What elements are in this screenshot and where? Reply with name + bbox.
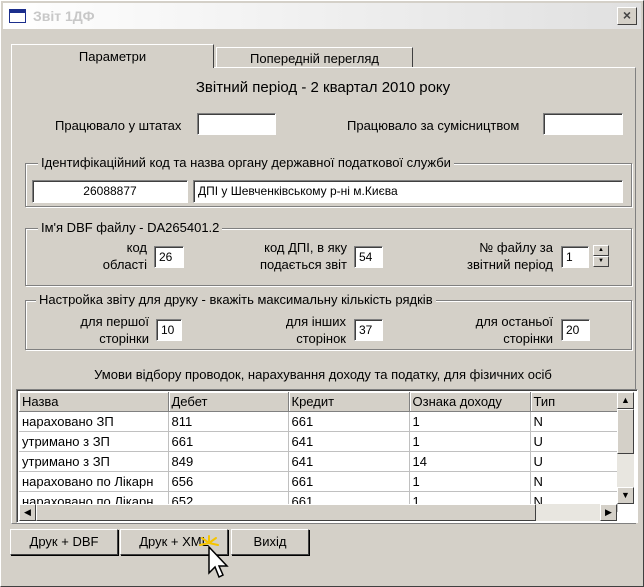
cell-name[interactable]: утримано з ЗП bbox=[19, 431, 169, 452]
cell-credit[interactable]: 641 bbox=[288, 451, 410, 472]
cell-type[interactable]: U bbox=[530, 451, 618, 472]
spin-down-icon[interactable]: ▼ bbox=[593, 256, 609, 267]
postings-grid[interactable]: Назва Дебет Кредит Ознака доходу Тип нар… bbox=[16, 389, 638, 523]
first-page-label-2: сторінки bbox=[99, 331, 149, 346]
file-number-label-2: звітний період bbox=[467, 257, 553, 272]
tab-parameters[interactable]: Параметри bbox=[11, 44, 214, 68]
mouse-cursor-icon bbox=[199, 535, 229, 579]
cell-debit[interactable]: 661 bbox=[168, 431, 289, 452]
part-time-label: Працювало за сумісництвом bbox=[347, 118, 520, 133]
cell-income-sign[interactable]: 1 bbox=[409, 471, 531, 492]
column-header-income-sign[interactable]: Ознака доходу bbox=[409, 392, 531, 412]
window-title: Звіт 1ДФ bbox=[33, 8, 95, 24]
report-window: Звіт 1ДФ × Параметри Попередній перегляд… bbox=[0, 0, 644, 587]
scroll-right-icon[interactable]: ▶ bbox=[600, 504, 617, 521]
cell-type[interactable]: U bbox=[530, 431, 618, 452]
staff-input[interactable] bbox=[197, 113, 276, 135]
file-number-spinner[interactable]: ▲ ▼ bbox=[593, 245, 609, 267]
last-page-input[interactable]: 20 bbox=[561, 319, 590, 341]
cell-name[interactable]: нараховано по Лікарн bbox=[19, 471, 169, 492]
window-icon bbox=[9, 9, 26, 23]
last-page-label-1: для останьої bbox=[475, 314, 553, 329]
exit-button[interactable]: Вихід bbox=[231, 529, 309, 555]
dbf-group-title: Ім'я DBF файлу - DA265401.2 bbox=[38, 220, 223, 235]
tab-preview[interactable]: Попередній перегляд bbox=[216, 47, 413, 67]
print-dbf-button[interactable]: Друк + DBF bbox=[10, 529, 118, 555]
first-page-label-1: для першої bbox=[80, 314, 149, 329]
cell-name[interactable]: нараховано ЗП bbox=[19, 411, 169, 432]
cell-income-sign[interactable]: 14 bbox=[409, 451, 531, 472]
vertical-scrollbar[interactable]: ▲ ▼ bbox=[617, 392, 634, 504]
dpi-label-1: код ДПІ, в яку bbox=[264, 240, 347, 255]
period-title: Звітний період - 2 квартал 2010 року bbox=[195, 79, 451, 96]
scroll-left-icon[interactable]: ◀ bbox=[19, 504, 36, 521]
table-row[interactable]: утримано з ЗП 661 641 1 U bbox=[19, 431, 618, 452]
file-number-input[interactable]: 1 bbox=[561, 246, 589, 268]
cell-type[interactable]: N bbox=[530, 411, 618, 432]
staff-label: Працювало у штатах bbox=[55, 118, 182, 133]
cell-income-sign[interactable]: 1 bbox=[409, 411, 531, 432]
other-pages-label-2: сторінок bbox=[296, 331, 346, 346]
scroll-up-icon[interactable]: ▲ bbox=[617, 392, 634, 409]
other-pages-label-1: для інших bbox=[285, 314, 346, 329]
last-page-label-2: сторінки bbox=[503, 331, 553, 346]
table-row[interactable]: нараховано по Лікарн 656 661 1 N bbox=[19, 471, 618, 492]
spin-up-icon[interactable]: ▲ bbox=[593, 245, 609, 256]
first-page-input[interactable]: 10 bbox=[156, 319, 182, 341]
table-header-row: Назва Дебет Кредит Ознака доходу Тип bbox=[19, 392, 618, 412]
region-code-input[interactable]: 26 bbox=[154, 246, 184, 268]
tax-office-group-title: Ідентифікаційний код та назва органу дер… bbox=[38, 155, 454, 170]
column-header-debit[interactable]: Дебет bbox=[168, 392, 289, 412]
cell-credit[interactable]: 641 bbox=[288, 431, 410, 452]
dpi-code-input[interactable]: 54 bbox=[354, 246, 383, 268]
filter-title: Умови відбору проводок, нарахування дохо… bbox=[94, 367, 552, 382]
vertical-scroll-thumb[interactable] bbox=[617, 409, 634, 454]
tax-office-name-input[interactable]: ДПІ у Шевченківському р-ні м.Києва bbox=[193, 180, 623, 203]
cell-type[interactable]: N bbox=[530, 471, 618, 492]
cell-debit[interactable]: 656 bbox=[168, 471, 289, 492]
part-time-input[interactable] bbox=[543, 113, 623, 135]
cell-debit[interactable]: 811 bbox=[168, 411, 289, 432]
cell-name[interactable]: утримано з ЗП bbox=[19, 451, 169, 472]
dpi-label-2: подається звіт bbox=[259, 257, 347, 272]
scroll-down-icon[interactable]: ▼ bbox=[617, 487, 634, 504]
other-pages-input[interactable]: 37 bbox=[354, 319, 383, 341]
table-row[interactable]: утримано з ЗП 849 641 14 U bbox=[19, 451, 618, 472]
tax-code-input[interactable]: 26088877 bbox=[32, 180, 188, 203]
table-row[interactable]: нараховано ЗП 811 661 1 N bbox=[19, 411, 618, 432]
column-header-name[interactable]: Назва bbox=[19, 392, 169, 412]
title-bar[interactable]: Звіт 1ДФ × bbox=[3, 3, 641, 29]
region-label-1: код bbox=[126, 240, 147, 255]
horizontal-scroll-thumb[interactable] bbox=[36, 504, 536, 521]
cell-credit[interactable]: 661 bbox=[288, 471, 410, 492]
region-label-2: області bbox=[102, 257, 147, 272]
column-header-credit[interactable]: Кредит bbox=[288, 392, 410, 412]
postings-table: Назва Дебет Кредит Ознака доходу Тип нар… bbox=[19, 392, 618, 512]
cell-debit[interactable]: 849 bbox=[168, 451, 289, 472]
close-button[interactable]: × bbox=[617, 7, 637, 25]
file-number-label-1: № файлу за bbox=[479, 240, 553, 255]
cell-credit[interactable]: 661 bbox=[288, 411, 410, 432]
print-group-title: Настройка звіту для друку - вкажіть макс… bbox=[36, 292, 436, 307]
horizontal-scrollbar[interactable]: ◀ ▶ bbox=[19, 504, 617, 521]
column-header-type[interactable]: Тип bbox=[530, 392, 618, 412]
cell-income-sign[interactable]: 1 bbox=[409, 431, 531, 452]
